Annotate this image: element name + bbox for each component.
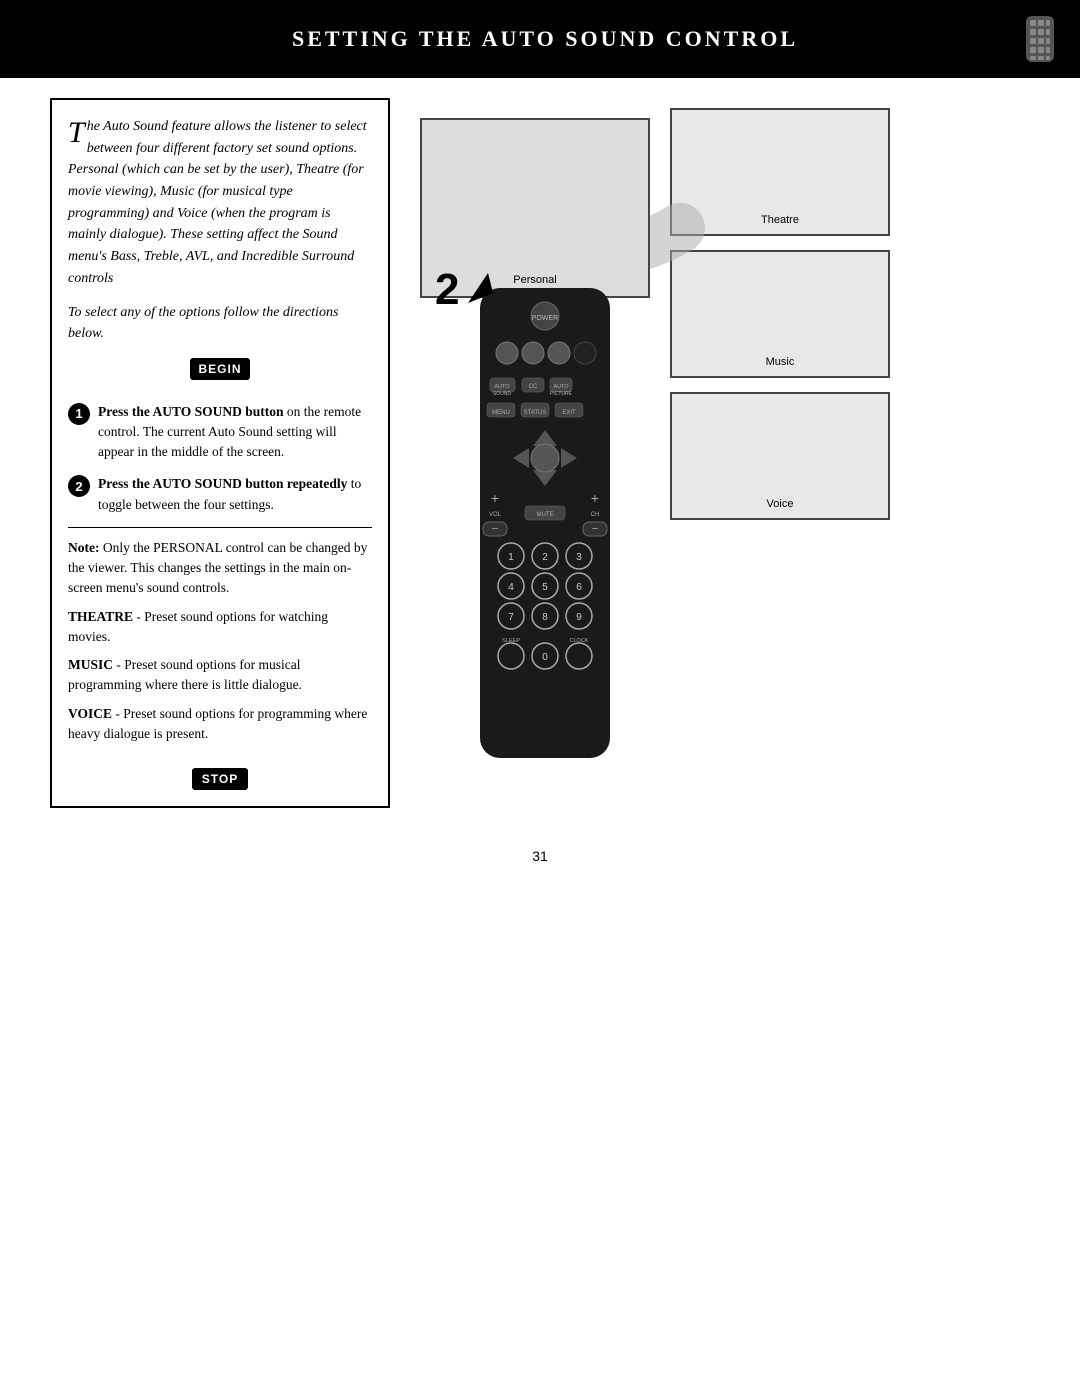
drop-cap-T: T <box>68 118 85 148</box>
step-2-text: Press the AUTO SOUND button repeatedly t… <box>98 474 372 515</box>
directions-text: To select any of the options follow the … <box>68 302 372 344</box>
stop-badge-container: STOP <box>68 758 372 790</box>
svg-text:STATUS: STATUS <box>524 410 547 416</box>
step-2: 2 Press the AUTO SOUND button repeatedly… <box>68 474 372 515</box>
page-title: Setting the Auto Sound Control <box>70 26 1020 52</box>
screen-label-music: Music <box>766 356 795 368</box>
page-header: Setting the Auto Sound Control <box>0 0 1080 78</box>
step-2-number: 2 <box>68 475 90 497</box>
svg-text:9: 9 <box>576 612 582 623</box>
divider <box>68 527 372 528</box>
svg-text:−: − <box>492 523 498 535</box>
svg-text:MUTE: MUTE <box>537 512 554 518</box>
svg-text:PICTURE: PICTURE <box>550 391 573 397</box>
remote-icon-header <box>1020 14 1060 64</box>
intro-paragraph: The Auto Sound feature allows the listen… <box>68 116 372 290</box>
left-instructions-panel: The Auto Sound feature allows the listen… <box>50 98 390 808</box>
step-1-text: Press the AUTO SOUND button on the remot… <box>98 402 372 463</box>
tv-screen-voice: Voice <box>670 392 890 520</box>
svg-text:6: 6 <box>576 582 582 593</box>
note-voice: VOICE - Preset sound options for program… <box>68 704 372 745</box>
screens-and-remote: Personal 2 <box>420 98 1030 773</box>
svg-text:−: − <box>592 523 598 535</box>
svg-text:SOUND: SOUND <box>493 391 511 397</box>
svg-text:VOL: VOL <box>489 512 502 518</box>
svg-text:EXIT: EXIT <box>562 410 576 416</box>
note-music: MUSIC - Preset sound options for musical… <box>68 655 372 696</box>
svg-text:2: 2 <box>542 552 548 563</box>
begin-badge: BEGIN <box>190 358 249 380</box>
svg-text:+: + <box>591 490 599 506</box>
remote-control: 2 POWER <box>465 288 625 773</box>
step2-indicator: 2 <box>435 268 503 312</box>
note-personal: Note: Only the PERSONAL control can be c… <box>68 538 372 599</box>
remote-svg: POWER AUTO SOUND CC AUTO <box>465 288 625 768</box>
main-content: The Auto Sound feature allows the listen… <box>0 78 1080 828</box>
notes-section: Note: Only the PERSONAL control can be c… <box>68 538 372 744</box>
screen-label-theatre: Theatre <box>761 214 799 226</box>
right-panel: Personal 2 <box>420 98 1030 808</box>
svg-text:5: 5 <box>542 582 548 593</box>
svg-text:MENU: MENU <box>492 410 510 416</box>
svg-text:0: 0 <box>542 652 548 663</box>
stop-badge: STOP <box>192 768 248 790</box>
svg-text:AUTO: AUTO <box>553 384 569 390</box>
svg-text:POWER: POWER <box>532 315 558 322</box>
svg-text:CH: CH <box>591 512 600 518</box>
svg-text:3: 3 <box>576 552 582 563</box>
svg-text:8: 8 <box>542 612 548 623</box>
right-screens-section: Theatre Music Voice <box>670 108 890 520</box>
step-1: 1 Press the AUTO SOUND button on the rem… <box>68 402 372 463</box>
svg-text:7: 7 <box>508 612 514 623</box>
svg-text:CC: CC <box>529 384 538 390</box>
svg-text:+: + <box>491 490 499 506</box>
page-number: 31 <box>0 828 1080 874</box>
step-1-number: 1 <box>68 403 90 425</box>
svg-text:1: 1 <box>508 552 514 563</box>
svg-text:AUTO: AUTO <box>494 384 510 390</box>
screen-label-personal: Personal <box>513 274 556 286</box>
screen-label-voice: Voice <box>767 498 794 510</box>
left-tv-section: Personal 2 <box>420 118 650 773</box>
svg-text:4: 4 <box>508 582 514 593</box>
note-theatre: THEATRE - Preset sound options for watch… <box>68 607 372 648</box>
